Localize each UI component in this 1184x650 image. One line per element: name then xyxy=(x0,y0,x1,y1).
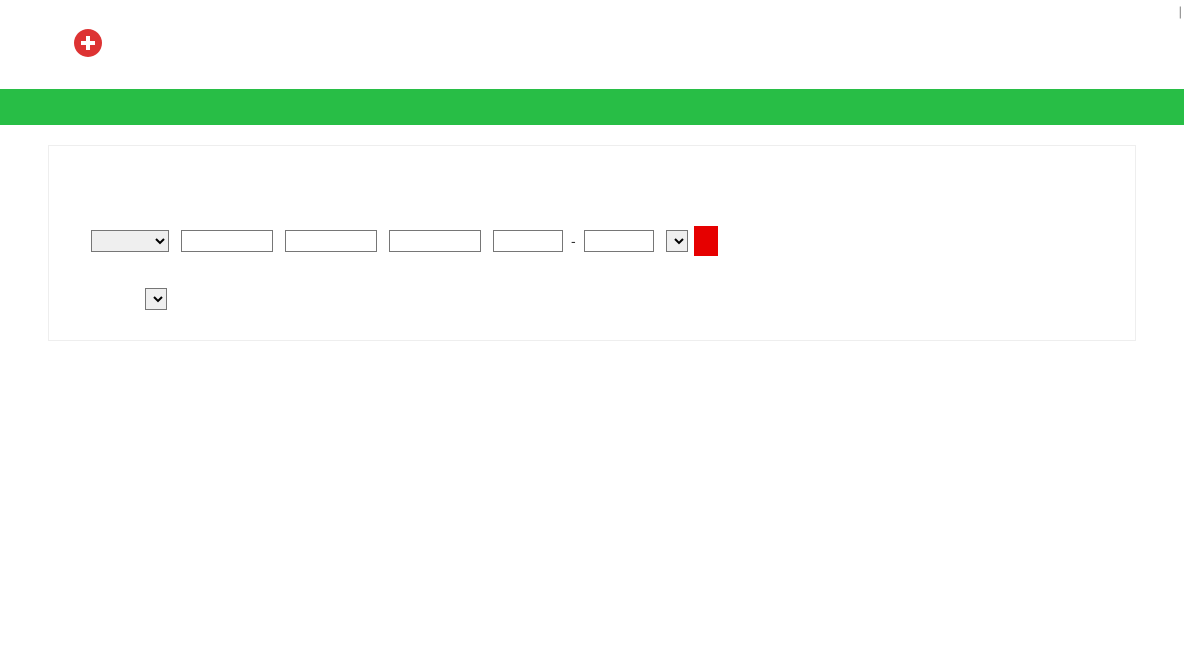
date-to-input[interactable] xyxy=(584,230,654,252)
period-select[interactable] xyxy=(666,230,688,252)
code-input[interactable] xyxy=(389,230,481,252)
search-button[interactable] xyxy=(694,226,718,256)
filter-bar: - xyxy=(85,226,1099,256)
main-nav xyxy=(0,89,1184,125)
pager xyxy=(85,288,1099,310)
date-sep: - xyxy=(571,233,576,249)
header xyxy=(0,19,1184,89)
top-links: | xyxy=(0,0,1184,19)
doctor-no-input[interactable] xyxy=(181,230,273,252)
doctor-name-input[interactable] xyxy=(285,230,377,252)
logo xyxy=(70,29,106,75)
dept-select[interactable] xyxy=(91,230,169,252)
sep: | xyxy=(1179,4,1182,19)
date-from-input[interactable] xyxy=(493,230,563,252)
page-card: - xyxy=(48,145,1136,341)
hospital-cross-icon xyxy=(74,29,102,57)
pager-jump-select[interactable] xyxy=(145,288,167,310)
